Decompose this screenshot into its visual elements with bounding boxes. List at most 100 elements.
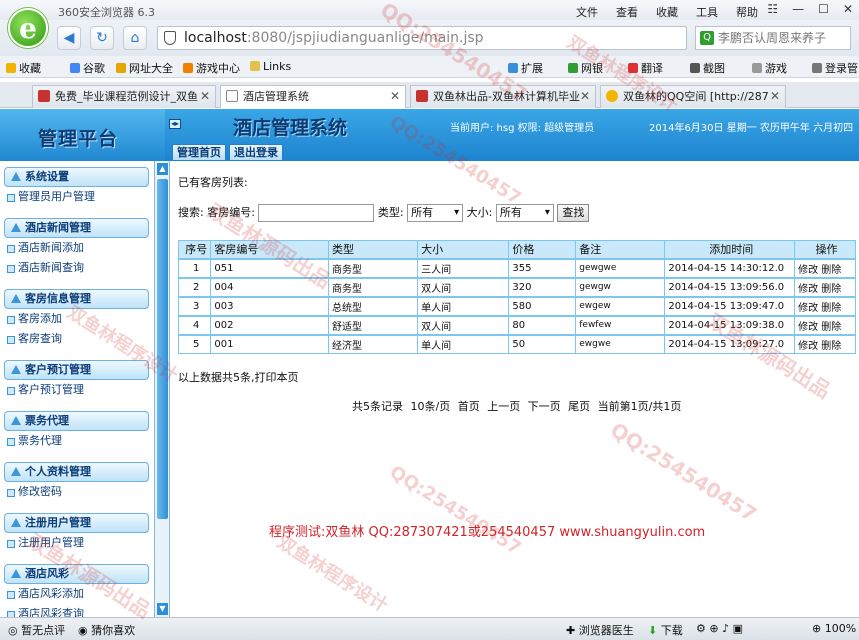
group-title[interactable]: 客户预订管理 <box>4 360 149 380</box>
bookmark-extensions[interactable]: 扩展 <box>508 60 543 76</box>
sidebar-item-news-query[interactable]: 酒店新闻查询 <box>4 258 149 278</box>
refresh-button[interactable]: ↻ <box>90 26 114 50</box>
table-cell: 4 <box>177 314 212 335</box>
logout-link[interactable]: 退出登录 <box>229 144 283 160</box>
size-label: 大小: <box>466 206 493 219</box>
bookmark-google[interactable]: 谷歌 <box>70 60 105 76</box>
address-bar[interactable]: localhost:8080/jspjiudianguanlige/main.j… <box>157 26 687 50</box>
sidebar-item-style-add[interactable]: 酒店风彩添加 <box>4 584 149 604</box>
close-tab-icon[interactable]: ✕ <box>390 86 400 107</box>
sidebar-scrollbar[interactable]: ▲ ▼ <box>154 161 169 617</box>
menu-help[interactable]: 帮助 <box>736 4 758 20</box>
sidebar-item-password[interactable]: 修改密码 <box>4 482 149 502</box>
menu-favorites[interactable]: 收藏 <box>656 4 678 20</box>
scissors-icon <box>690 63 700 73</box>
table-cell: 单人间 <box>417 333 510 354</box>
close-window-button[interactable]: ✕ <box>843 2 853 16</box>
bookmark-game-center[interactable]: 游戏中心 <box>183 60 240 76</box>
browser-window: 360安全浏览器 6.3 文件 查看 收藏 工具 帮助 ☷ — ☐ ✕ ◀ ↻ … <box>0 0 859 640</box>
zoom-level[interactable]: ⊕ 100% <box>812 622 856 635</box>
home-button[interactable]: ⌂ <box>123 26 147 50</box>
row-actions[interactable]: 修改 删除 <box>794 333 856 354</box>
sidebar-toggle[interactable]: ◂▸ <box>169 119 181 129</box>
download-icon[interactable]: ⬇ 下载 <box>648 622 683 638</box>
sidebar-item-room-add[interactable]: 客房添加 <box>4 309 149 329</box>
row-actions[interactable]: 修改 删除 <box>794 276 856 297</box>
table-cell: 320 <box>508 276 577 297</box>
status-icons[interactable]: ⚙ ⊕ ♪ ▣ <box>696 622 743 635</box>
sidebar-item-admin-users[interactable]: 管理员用户管理 <box>4 187 149 207</box>
room-number-input[interactable] <box>258 204 375 222</box>
group-title[interactable]: 客房信息管理 <box>4 289 149 309</box>
bookmark-links[interactable]: Links <box>250 60 291 73</box>
app-title: 360安全浏览器 6.3 <box>58 6 155 19</box>
column-header: 大小 <box>417 240 510 259</box>
bookmark-translate[interactable]: 翻译 <box>628 60 663 76</box>
search-icon: Q <box>700 31 714 45</box>
game-icon <box>183 63 193 73</box>
group-title[interactable]: 系统设置 <box>4 167 149 187</box>
table-cell: 5 <box>177 333 212 354</box>
menu-view[interactable]: 查看 <box>616 4 638 20</box>
row-actions[interactable]: 修改 删除 <box>794 257 856 278</box>
scroll-thumb[interactable] <box>157 179 168 519</box>
maximize-button[interactable]: ☐ <box>818 2 829 16</box>
type-select[interactable]: 所有 <box>407 204 464 222</box>
type-label: 类型: <box>377 206 404 219</box>
search-input[interactable]: Q 李鹏否认周恩来养子 <box>695 26 851 50</box>
group-title[interactable]: 票务代理 <box>4 411 149 431</box>
site-icon <box>38 90 50 102</box>
sidebar-item-news-add[interactable]: 酒店新闻添加 <box>4 238 149 258</box>
sidebar: 系统设置 管理员用户管理 酒店新闻管理 酒店新闻添加 酒店新闻查询 客房信息管理… <box>0 161 170 617</box>
group-title[interactable]: 个人资料管理 <box>4 462 149 482</box>
sidebar-item-style-query[interactable]: 酒店风彩查询 <box>4 604 149 617</box>
find-button[interactable]: 查找 <box>557 204 590 222</box>
guess-you-like[interactable]: ◉ 猜你喜欢 <box>78 622 135 638</box>
tab-hotel-system[interactable]: 酒店管理系统 ✕ <box>220 85 406 108</box>
close-tab-icon[interactable]: ✕ <box>580 86 590 107</box>
table-cell: 80 <box>508 314 577 335</box>
tab-shuangyulin[interactable]: 双鱼林出品-双鱼林计算机毕业 ✕ <box>410 85 596 108</box>
table-header: 序号 客房编号 类型 大小 价格 备注 添加时间 操作 <box>177 240 856 259</box>
row-actions[interactable]: 修改 删除 <box>794 314 856 335</box>
bookmark-games[interactable]: 游戏 <box>752 60 787 76</box>
table-cell: 单人间 <box>417 295 510 316</box>
table-cell: 50 <box>508 333 577 354</box>
size-select[interactable]: 所有 <box>495 204 554 222</box>
scroll-down-icon[interactable]: ▼ <box>157 603 168 615</box>
close-tab-icon[interactable]: ✕ <box>200 86 210 107</box>
sidebar-item-register-users[interactable]: 注册用户管理 <box>4 533 149 553</box>
tab-biye[interactable]: 免费_毕业课程范例设计_双鱼 ✕ <box>32 85 216 108</box>
table-cell: 经济型 <box>327 333 419 354</box>
column-header: 客房编号 <box>210 240 329 259</box>
back-button[interactable]: ◀ <box>57 26 81 50</box>
pager[interactable]: 共5条记录 10条/页 首页 上一页 下一页 尾页 当前第1页/共1页 <box>352 398 681 414</box>
table-cell: 1 <box>177 257 212 278</box>
column-header: 操作 <box>794 240 856 259</box>
tab-qq-space[interactable]: 双鱼林的QQ空间 [http://287 ✕ <box>600 85 786 108</box>
menu-file[interactable]: 文件 <box>576 4 598 20</box>
bookmark-netbank[interactable]: 网银 <box>568 60 603 76</box>
home-link[interactable]: 管理首页 <box>172 144 226 160</box>
table-cell: 双人间 <box>417 276 510 297</box>
no-reviews[interactable]: ◎ 暂无点评 <box>8 622 65 638</box>
bookmark-favorites[interactable]: 收藏 <box>6 60 41 76</box>
status-bar: ◎ 暂无点评 ◉ 猜你喜欢 ✚ 浏览器医生 ⬇ 下载 ⚙ ⊕ ♪ ▣ ⊕ 100… <box>0 617 859 640</box>
sidebar-item-ticket[interactable]: 票务代理 <box>4 431 149 451</box>
scroll-up-icon[interactable]: ▲ <box>157 163 168 175</box>
group-title[interactable]: 注册用户管理 <box>4 513 149 533</box>
bookmark-site-nav[interactable]: 网址大全 <box>116 60 173 76</box>
row-actions[interactable]: 修改 删除 <box>794 295 856 316</box>
minimize-button[interactable]: — <box>792 2 804 16</box>
group-title[interactable]: 酒店新闻管理 <box>4 218 149 238</box>
close-tab-icon[interactable]: ✕ <box>770 86 780 107</box>
tab-bar: 免费_毕业课程范例设计_双鱼 ✕ 酒店管理系统 ✕ 双鱼林出品-双鱼林计算机毕业 ✕ … <box>0 82 859 108</box>
skin-icon[interactable]: ☷ <box>767 2 778 16</box>
bookmark-screenshot[interactable]: 截图 <box>690 60 725 76</box>
bookmark-login[interactable]: 登录管 <box>812 60 858 76</box>
sidebar-item-room-query[interactable]: 客房查询 <box>4 329 149 349</box>
menu-tools[interactable]: 工具 <box>696 4 718 20</box>
sidebar-item-booking[interactable]: 客户预订管理 <box>4 380 149 400</box>
browser-doctor[interactable]: ✚ 浏览器医生 <box>566 622 634 638</box>
group-title[interactable]: 酒店风彩 <box>4 564 149 584</box>
